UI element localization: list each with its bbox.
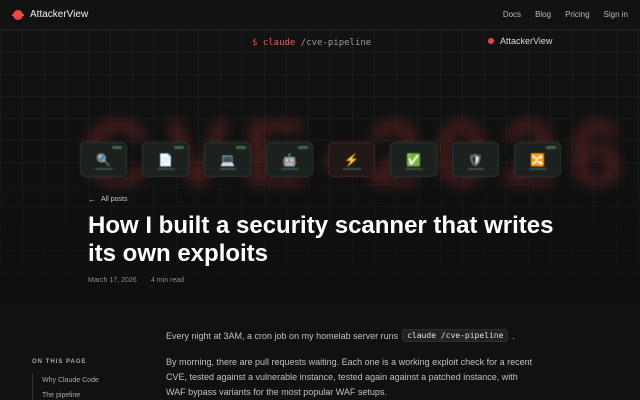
table-of-contents: ON THIS PAGE Why Claude Code The pipelin… xyxy=(32,359,99,400)
bot-icon: 🤖 xyxy=(282,152,297,167)
arrow-left-icon: ← xyxy=(88,195,96,204)
command-word: claude xyxy=(262,38,296,48)
pipeline-card-terminal: 💻 xyxy=(204,142,251,177)
toc-item-why-claude-code[interactable]: Why Claude Code xyxy=(32,373,99,388)
pipeline-cards: 🔍 📄 💻 🤖 ⚡ ✅ 🛡 🔀 xyxy=(80,142,561,177)
meta-separator: · xyxy=(142,277,145,284)
document-icon: 📄 xyxy=(158,152,173,167)
logo-icon xyxy=(12,9,24,21)
pipeline-card-search: 🔍 xyxy=(80,142,127,177)
command-prompt: $ xyxy=(252,38,258,48)
paragraph-morning: By morning, there are pull requests wait… xyxy=(166,357,533,397)
post-title: How I built a security scanner that writ… xyxy=(88,212,554,267)
pipeline-card-bolt: ⚡ xyxy=(328,142,375,177)
paragraph-intro-text: Every night at 3AM, a cron job on my hom… xyxy=(166,330,399,341)
hero-logo-icon xyxy=(488,38,494,44)
article-body: ON THIS PAGE Why Claude Code The pipelin… xyxy=(0,302,640,400)
inline-code-command: claude /cve-pipeline xyxy=(402,329,509,342)
command-arg: /cve-pipeline xyxy=(300,38,372,48)
shield-icon: 🛡 xyxy=(467,152,484,167)
back-to-posts-link[interactable]: ← All posts xyxy=(88,195,127,204)
pipeline-card-check: ✅ xyxy=(390,142,437,177)
check-icon: ✅ xyxy=(406,152,421,167)
brand-link[interactable]: AttackerView xyxy=(12,9,88,21)
post-meta: March 17, 2026 · 4 min read xyxy=(88,277,184,284)
nav-link-blog[interactable]: Blog xyxy=(535,10,551,19)
terminal-icon: 💻 xyxy=(220,152,235,167)
toc-heading: ON THIS PAGE xyxy=(32,359,87,365)
hero-brand: AttackerView xyxy=(488,36,552,46)
paragraph-intro-suffix: . xyxy=(512,330,515,341)
post-read-time: 4 min read xyxy=(151,277,185,284)
search-icon: 🔍 xyxy=(96,152,111,167)
bolt-icon: ⚡ xyxy=(344,152,359,167)
brand-name: AttackerView xyxy=(30,9,89,20)
hero-banner: CVE-2026 $ claude /cve-pipeline Attacker… xyxy=(0,30,640,302)
pipeline-card-merge: 🔀 xyxy=(514,142,561,177)
post-date: March 17, 2026 xyxy=(88,277,137,284)
pipeline-card-shield: 🛡 xyxy=(452,142,499,177)
hero-command: $ claude /cve-pipeline xyxy=(252,38,371,48)
pipeline-card-bot: 🤖 xyxy=(266,142,313,177)
nav-links: Docs Blog Pricing Sign in xyxy=(503,10,628,19)
top-nav: AttackerView Docs Blog Pricing Sign in xyxy=(0,0,640,30)
nav-link-sign-in[interactable]: Sign in xyxy=(604,10,628,19)
pipeline-card-document: 📄 xyxy=(142,142,189,177)
toc-item-the-pipeline[interactable]: The pipeline xyxy=(32,388,99,400)
nav-link-pricing[interactable]: Pricing xyxy=(565,10,589,19)
paragraph-intro: Every night at 3AM, a cron job on my hom… xyxy=(166,329,515,342)
hero-brand-name: AttackerView xyxy=(500,36,553,46)
nav-link-docs[interactable]: Docs xyxy=(503,10,521,19)
back-link-label: All posts xyxy=(101,196,128,203)
merge-icon: 🔀 xyxy=(530,152,545,167)
